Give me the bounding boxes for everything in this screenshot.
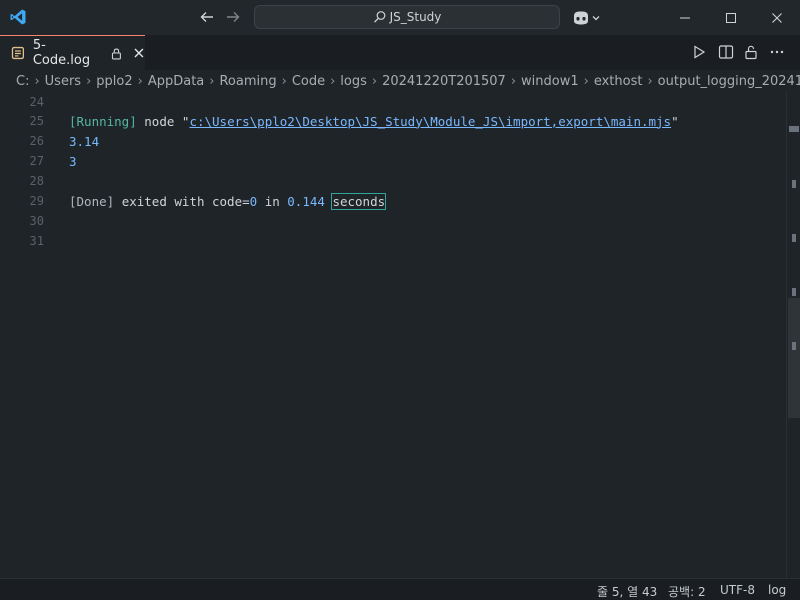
- overview-ruler-mark: [792, 342, 796, 350]
- tab-bar: 5-Code.log: [0, 35, 800, 70]
- breadcrumb-item[interactable]: Users: [45, 74, 81, 89]
- line-number: 27: [29, 154, 44, 168]
- exit-code: 0: [249, 193, 258, 209]
- line-number: 24: [29, 95, 44, 109]
- chevron-right-icon: ›: [281, 73, 287, 89]
- done-tag: [Done]: [69, 193, 115, 209]
- breadcrumb-item[interactable]: pplo2: [96, 74, 132, 89]
- breadcrumb-item[interactable]: logs: [340, 74, 367, 89]
- copilot-icon: [574, 11, 588, 25]
- code-content: [Running] node "c:\Users\pplo2\Desktop\J…: [69, 114, 679, 129]
- close-icon: [772, 12, 782, 23]
- vscode-logo-icon: [10, 9, 26, 25]
- output-value: 3: [69, 153, 77, 169]
- code-line: 27 3: [0, 151, 786, 171]
- search-text: JS_Study: [389, 10, 442, 24]
- code-content: [Done] exited with code=0 in 0.144 secon…: [69, 192, 387, 210]
- maximize-icon: [726, 12, 736, 23]
- line-number: 25: [29, 114, 44, 128]
- seconds-word-highlight: seconds: [331, 192, 387, 210]
- code-line: 31: [0, 231, 786, 251]
- breadcrumb-item[interactable]: 20241220T201507: [382, 74, 506, 89]
- chevron-down-icon: [592, 16, 600, 21]
- output-value: 3.14: [69, 133, 100, 149]
- code-line: 28: [0, 171, 786, 191]
- chevron-right-icon: ›: [371, 73, 378, 89]
- breadcrumb-item[interactable]: Roaming: [219, 74, 276, 89]
- chevron-right-icon: ›: [510, 73, 517, 89]
- scrollbar-thumb[interactable]: [788, 298, 800, 418]
- breadcrumb-item[interactable]: output_logging_20241220T201509: [658, 74, 800, 89]
- file-path-link[interactable]: c:\Users\pplo2\Desktop\JS_Study\Module_J…: [189, 114, 671, 129]
- line-number: 26: [29, 134, 44, 148]
- command-center-search[interactable]: JS_Study: [254, 5, 560, 29]
- language-mode[interactable]: log: [768, 583, 786, 597]
- overview-ruler-mark: [792, 234, 796, 242]
- running-tag: [Running]: [69, 113, 137, 129]
- tab-5-code-log[interactable]: 5-Code.log: [0, 35, 145, 70]
- chevron-right-icon: ›: [647, 73, 653, 89]
- indentation-spaces[interactable]: 공백: 2: [668, 583, 706, 600]
- chevron-right-icon: ›: [583, 73, 589, 89]
- code-line: 29 [Done] exited with code=0 in 0.144 se…: [0, 191, 786, 211]
- run-icon[interactable]: [691, 44, 707, 60]
- tab-label: 5-Code.log: [32, 38, 91, 68]
- line-number: 29: [29, 194, 44, 208]
- breadcrumb-item[interactable]: Code: [292, 74, 325, 89]
- line-number: 31: [29, 234, 44, 248]
- back-arrow-icon[interactable]: [198, 8, 216, 26]
- lock-icon: [112, 48, 122, 59]
- overview-ruler-mark: [789, 126, 799, 132]
- line-number: 30: [29, 214, 44, 228]
- log-file-icon: [11, 46, 25, 60]
- quote-close: ": [671, 113, 679, 129]
- breadcrumb-item[interactable]: C:: [16, 74, 29, 89]
- vertical-scrollbar[interactable]: [786, 92, 800, 578]
- title-bar: JS_Study: [0, 0, 800, 35]
- chevron-right-icon: ›: [330, 73, 336, 89]
- chevron-right-icon: ›: [209, 73, 215, 89]
- code-line: 25 [Running] node "c:\Users\pplo2\Deskto…: [0, 111, 786, 131]
- breadcrumb: C: › Users › pplo2 › AppData › Roaming › Code…: [0, 70, 800, 92]
- editor-area[interactable]: 24 25 [Running] node "c:\Users\pplo2\Des…: [0, 92, 786, 578]
- command-word: node: [144, 113, 175, 129]
- maximize-button[interactable]: [708, 0, 754, 35]
- more-actions-icon[interactable]: [769, 44, 785, 60]
- code-line: 24: [0, 92, 786, 112]
- copilot-menu-button[interactable]: [571, 9, 603, 27]
- code-line: 26 3.14: [0, 131, 786, 151]
- search-icon: [373, 11, 385, 23]
- file-encoding[interactable]: UTF-8: [720, 583, 755, 597]
- close-window-button[interactable]: [754, 0, 800, 35]
- cursor-position[interactable]: 줄 5, 열 43: [597, 583, 657, 600]
- breadcrumb-item[interactable]: AppData: [148, 74, 204, 89]
- overview-ruler-mark: [792, 180, 796, 188]
- breadcrumb-item[interactable]: window1: [521, 74, 579, 89]
- done-text: exited with code=: [121, 193, 250, 209]
- minimize-icon: [680, 17, 690, 18]
- tab-close-icon[interactable]: [133, 47, 145, 59]
- chevron-right-icon: ›: [34, 73, 40, 89]
- unlock-icon[interactable]: [743, 44, 759, 60]
- overview-ruler-mark: [792, 288, 796, 296]
- line-number: 28: [29, 174, 44, 188]
- chevron-right-icon: ›: [86, 73, 92, 89]
- forward-arrow-icon[interactable]: [224, 8, 242, 26]
- minimize-button[interactable]: [662, 0, 708, 35]
- chevron-right-icon: ›: [137, 73, 143, 89]
- split-editor-icon[interactable]: [718, 44, 734, 60]
- breadcrumb-item[interactable]: exthost: [594, 74, 643, 89]
- code-line: 30: [0, 211, 786, 231]
- seconds-value: 0.144: [287, 193, 325, 209]
- in-word: in: [264, 193, 280, 209]
- status-bar: 줄 5, 열 43 공백: 2 UTF-8 log: [0, 578, 800, 600]
